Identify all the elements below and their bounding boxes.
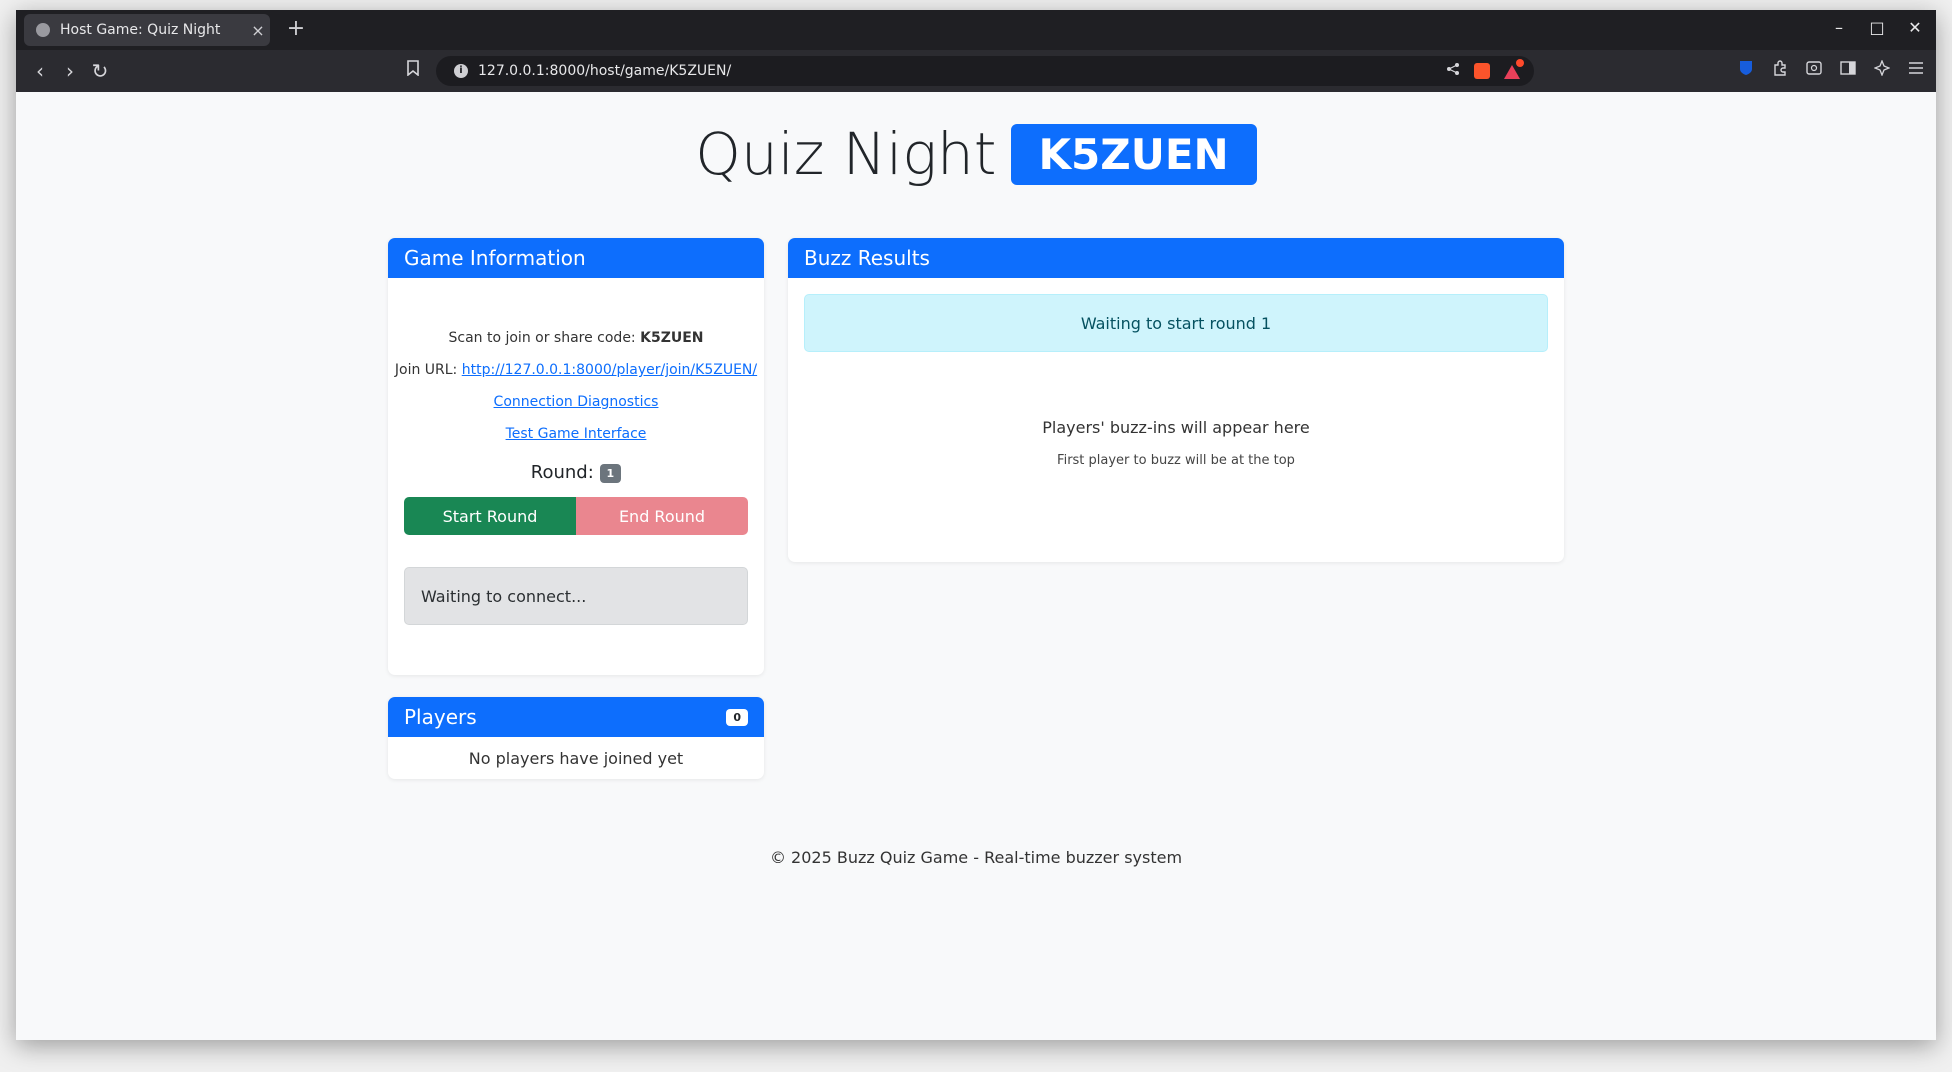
bitwarden-icon[interactable]	[1736, 60, 1756, 80]
connection-status: Waiting to connect...	[404, 567, 748, 625]
site-info-icon[interactable]: i	[454, 64, 468, 78]
leo-icon[interactable]	[1872, 59, 1892, 80]
browser-tab[interactable]: Host Game: Quiz Night ×	[24, 14, 270, 46]
players-card: Players 0 No players have joined yet	[388, 697, 764, 779]
game-info-header: Game Information	[388, 238, 764, 278]
close-icon[interactable]: ×	[246, 21, 270, 40]
reload-icon[interactable]: ↻	[86, 59, 114, 83]
toolbar-actions	[1736, 59, 1926, 80]
bookmark-icon[interactable]	[406, 60, 420, 80]
scan-text: Scan to join or share code:	[448, 330, 641, 346]
maximize-icon[interactable]: □	[1866, 18, 1888, 37]
scan-text-line: Scan to join or share code: K5ZUEN	[388, 328, 764, 348]
browser-toolbar: ‹ › ↻ i 127.0.0.1:8000/host/game/K5ZUEN/	[16, 50, 1936, 92]
extensions-icon[interactable]	[1770, 60, 1790, 80]
player-count-badge: 0	[726, 708, 748, 726]
page-content: Quiz Night K5ZUEN Game Information Scan …	[16, 92, 1936, 1040]
browser-window: Host Game: Quiz Night × + – □ ✕ ‹ › ↻ i …	[16, 10, 1936, 1040]
share-code: K5ZUEN	[640, 330, 704, 346]
buzz-placeholder-text: Players' buzz-ins will appear here	[1042, 418, 1310, 437]
window-controls: – □ ✕	[1828, 18, 1926, 37]
page-title: Quiz Night	[695, 120, 997, 188]
buzz-results-card: Buzz Results Waiting to start round 1 Pl…	[788, 238, 1564, 562]
globe-icon	[36, 23, 50, 37]
test-game-interface-link[interactable]: Test Game Interface	[506, 426, 647, 442]
round-label: Round:	[530, 462, 594, 483]
buzz-results-header: Buzz Results	[788, 238, 1564, 278]
url-text[interactable]: 127.0.0.1:8000/host/game/K5ZUEN/	[478, 63, 1446, 79]
round-controls: Start Round End Round	[404, 497, 748, 535]
end-round-button[interactable]: End Round	[576, 497, 748, 535]
share-icon[interactable]	[1446, 62, 1460, 80]
back-icon[interactable]: ‹	[26, 59, 54, 83]
page-footer: © 2025 Buzz Quiz Game - Real-time buzzer…	[769, 848, 1183, 867]
window-close-icon[interactable]: ✕	[1904, 18, 1926, 37]
join-url-link[interactable]: http://127.0.0.1:8000/player/join/K5ZUEN…	[462, 362, 757, 378]
round-badge: 1	[599, 463, 622, 483]
brave-shields-icon[interactable]	[1474, 63, 1490, 79]
round-status-alert: Waiting to start round 1	[804, 294, 1548, 352]
plus-icon[interactable]: +	[282, 16, 310, 41]
minimize-icon[interactable]: –	[1828, 18, 1850, 37]
forward-icon[interactable]: ›	[56, 59, 84, 83]
join-url-label: Join URL:	[394, 362, 462, 378]
no-players-text: No players have joined yet	[468, 749, 684, 768]
game-info-card: Game Information Scan to join or share c…	[388, 238, 764, 675]
address-bar[interactable]: i 127.0.0.1:8000/host/game/K5ZUEN/	[436, 56, 1534, 86]
join-url-line: Join URL: http://127.0.0.1:8000/player/j…	[388, 360, 764, 380]
tab-bar: Host Game: Quiz Night × + – □ ✕	[16, 10, 1936, 50]
players-heading: Players	[404, 705, 477, 729]
sidebar-icon[interactable]	[1838, 60, 1858, 80]
game-code-badge: K5ZUEN	[1010, 123, 1257, 185]
brave-rewards-icon[interactable]	[1504, 59, 1524, 79]
start-round-button[interactable]: Start Round	[404, 497, 576, 535]
buzz-placeholder-subtext: First player to buzz will be at the top	[1057, 453, 1295, 468]
screenshot-icon[interactable]	[1804, 60, 1824, 80]
players-header: Players 0	[388, 697, 764, 737]
page-header: Quiz Night K5ZUEN	[16, 120, 1936, 188]
tab-title: Host Game: Quiz Night	[60, 22, 221, 38]
connection-diagnostics-link[interactable]: Connection Diagnostics	[494, 394, 659, 410]
menu-icon[interactable]	[1906, 60, 1926, 80]
round-indicator: Round: 1	[388, 462, 764, 483]
